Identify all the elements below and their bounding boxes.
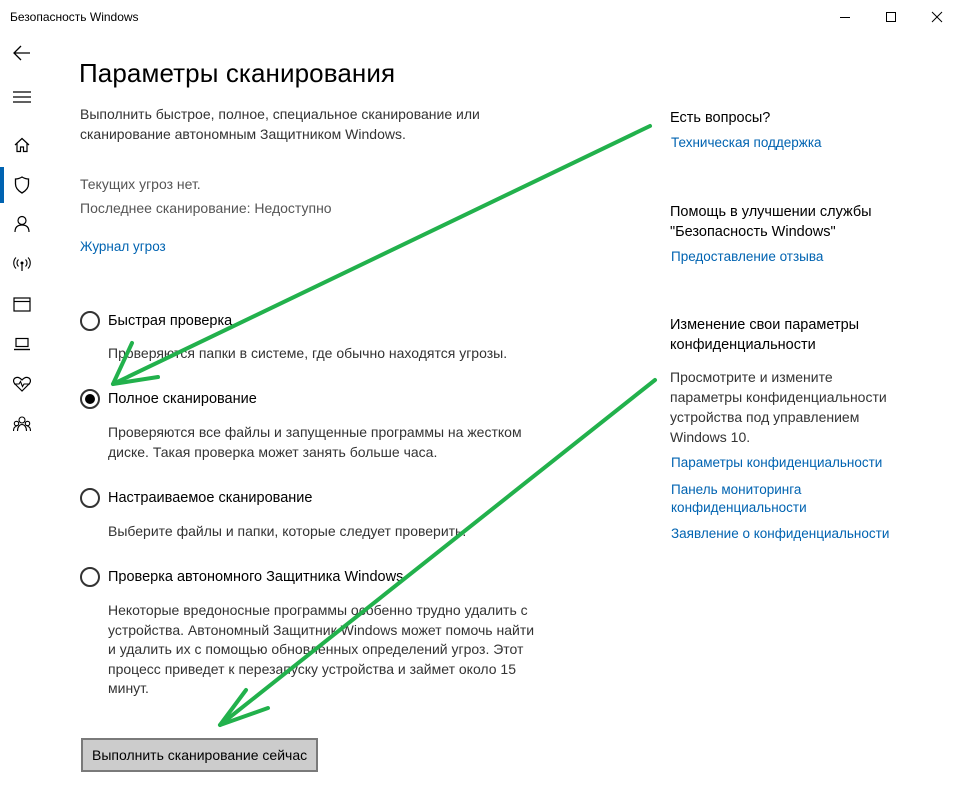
description-line: диске. Такая проверка может занять больш… — [108, 443, 438, 460]
last-scan-status: Последнее сканирование: Недоступно — [80, 200, 332, 216]
title-bar: Безопасность Windows — [0, 0, 960, 34]
feedback-link[interactable]: Предоставление отзыва — [671, 248, 911, 266]
sidebar-item-device-security[interactable] — [0, 326, 44, 362]
scan-now-button[interactable]: Выполнить сканирование сейчас — [81, 738, 319, 772]
description-line: Проверяются все файлы и запущенные прогр… — [108, 424, 522, 440]
privacy-dashboard-link[interactable]: Панель мониторинга конфиденциальности — [671, 481, 911, 517]
account-icon — [14, 215, 30, 233]
scan-option-label: Настраиваемое сканирование — [108, 490, 313, 506]
radio-button[interactable] — [80, 488, 100, 508]
scan-option-description: Проверяются папки в системе, где обычно … — [108, 344, 578, 364]
scan-option-full[interactable]: Полное сканирование — [80, 389, 257, 409]
support-link[interactable]: Техническая поддержка — [671, 134, 911, 152]
laptop-icon — [14, 337, 30, 351]
maximize-icon — [886, 12, 896, 22]
threat-history-link[interactable]: Журнал угроз — [80, 238, 166, 256]
privacy-description-line: параметры конфиденциальности — [670, 389, 887, 405]
privacy-description-line: устройства под управлением — [670, 409, 860, 425]
scan-option-custom[interactable]: Настраиваемое сканирование — [80, 488, 312, 508]
privacy-heading-line: конфиденциальности — [670, 337, 816, 353]
back-arrow-icon — [13, 45, 30, 61]
privacy-dashboard-link-line: конфиденциальности — [671, 500, 807, 515]
privacy-settings-link[interactable]: Параметры конфиденциальности — [671, 454, 911, 472]
description-line: и удалить их с помощью обновленных опред… — [108, 641, 524, 657]
privacy-statement-link[interactable]: Заявление о конфиденциальности — [671, 525, 911, 543]
window-title: Безопасность Windows — [10, 10, 139, 24]
improve-heading: Помощь в улучшении службы "Безопасность … — [670, 202, 930, 242]
maximize-button[interactable] — [868, 0, 914, 34]
family-icon — [13, 416, 31, 432]
questions-heading: Есть вопросы? — [670, 110, 771, 126]
hamburger-menu-icon — [13, 91, 31, 103]
privacy-heading: Изменение свои параметры конфиденциально… — [670, 315, 930, 355]
privacy-description: Просмотрите и измените параметры конфиде… — [670, 367, 910, 447]
improve-heading-line: "Безопасность Windows" — [670, 224, 836, 240]
page-title: Параметры сканирования — [79, 58, 396, 88]
scan-option-quick[interactable]: Быстрая проверка — [80, 311, 232, 331]
scan-option-label: Проверка автономного Защитника Windows — [108, 569, 404, 585]
privacy-description-line: Windows 10. — [670, 429, 751, 445]
description-line: минут. — [108, 680, 149, 696]
active-indicator — [0, 167, 4, 203]
scan-option-label: Быстрая проверка — [108, 313, 233, 329]
radio-button-selected[interactable] — [80, 389, 100, 409]
privacy-heading-line: Изменение свои параметры — [670, 317, 860, 333]
close-button[interactable] — [914, 0, 960, 34]
scan-option-label: Полное сканирование — [108, 391, 257, 407]
page-description-line: сканирование автономным Защитником Windo… — [80, 126, 406, 142]
sidebar-item-device-health[interactable] — [0, 366, 44, 402]
sidebar-item-home[interactable] — [0, 127, 44, 163]
description-line: Некоторые вредоносные программы особенно… — [108, 602, 528, 618]
privacy-dashboard-link-line: Панель мониторинга — [671, 482, 802, 497]
privacy-description-line: Просмотрите и измените — [670, 369, 833, 385]
sidebar-item-virus-protection[interactable] — [0, 167, 44, 203]
scan-option-description: Некоторые вредоносные программы особенно… — [108, 601, 578, 699]
shield-icon — [14, 176, 30, 194]
description-line: Выберите файлы и папки, которые следует … — [108, 523, 467, 539]
sidebar-item-family[interactable] — [0, 406, 44, 442]
minimize-button[interactable] — [822, 0, 868, 34]
menu-button[interactable] — [0, 79, 44, 115]
page-description: Выполнить быстрое, полное, специальное с… — [80, 104, 540, 144]
heart-pulse-icon — [13, 376, 31, 392]
radio-button[interactable] — [80, 311, 100, 331]
scan-option-description: Проверяются все файлы и запущенные прогр… — [108, 423, 578, 462]
sidebar-nav — [0, 34, 44, 800]
description-line: процесс приведет к перезапуску устройств… — [108, 660, 516, 677]
home-icon — [14, 137, 30, 153]
threat-status: Текущих угроз нет. — [80, 176, 201, 192]
sidebar-item-account[interactable] — [0, 206, 44, 242]
description-line: Проверяются папки в системе, где обычно … — [108, 345, 508, 361]
page-description-line: Выполнить быстрое, полное, специальное с… — [80, 106, 480, 122]
network-icon — [13, 257, 31, 271]
back-button[interactable] — [0, 35, 44, 71]
close-icon — [931, 11, 943, 23]
sidebar-item-app-browser[interactable] — [0, 286, 44, 322]
scan-option-offline[interactable]: Проверка автономного Защитника Windows — [80, 567, 403, 587]
scan-option-description: Выберите файлы и папки, которые следует … — [108, 522, 578, 542]
sidebar-item-firewall[interactable] — [0, 246, 44, 282]
description-line: устройства. Автономный Защитник Windows … — [108, 621, 535, 638]
app-browser-icon — [13, 296, 31, 312]
improve-heading-line: Помощь в улучшении службы — [670, 204, 872, 220]
radio-button[interactable] — [80, 567, 100, 587]
minimize-icon — [840, 17, 850, 18]
